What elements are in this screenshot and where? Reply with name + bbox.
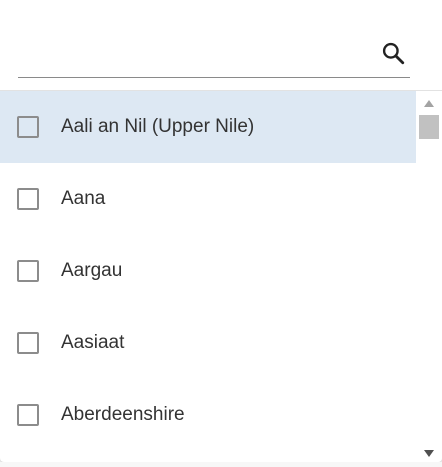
dropdown-panel: Aali an Nil (Upper Nile) Aana Aargau Aas… [0, 0, 442, 462]
checkbox[interactable] [17, 404, 39, 426]
checkbox[interactable] [17, 332, 39, 354]
search-icon[interactable] [380, 40, 406, 66]
checkbox[interactable] [17, 116, 39, 138]
list-item[interactable]: Aargau [0, 235, 416, 307]
scroll-down-arrow-icon[interactable] [422, 447, 436, 459]
options-list-area: Aali an Nil (Upper Nile) Aana Aargau Aas… [0, 90, 442, 462]
search-bar [18, 30, 410, 78]
scroll-up-arrow-icon[interactable] [422, 97, 436, 109]
list-item[interactable]: Aberdeenshire [0, 379, 416, 451]
list-item-label: Aberdeenshire [61, 404, 185, 425]
list-item-label: Aali an Nil (Upper Nile) [61, 116, 255, 137]
search-input[interactable] [18, 30, 378, 76]
checkbox[interactable] [17, 260, 39, 282]
vertical-scrollbar[interactable] [416, 91, 442, 462]
list-item[interactable]: Aasiaat [0, 307, 416, 379]
scrollbar-thumb[interactable] [419, 115, 439, 139]
list-item-label: Aana [61, 188, 106, 209]
search-underline [18, 77, 410, 78]
list-item[interactable]: Aali an Nil (Upper Nile) [0, 91, 416, 163]
list-item-label: Aargau [61, 260, 123, 281]
list-item-label: Aasiaat [61, 332, 125, 353]
background-peek [0, 462, 442, 467]
options-list: Aali an Nil (Upper Nile) Aana Aargau Aas… [0, 91, 416, 462]
list-item[interactable]: Aana [0, 163, 416, 235]
checkbox[interactable] [17, 188, 39, 210]
